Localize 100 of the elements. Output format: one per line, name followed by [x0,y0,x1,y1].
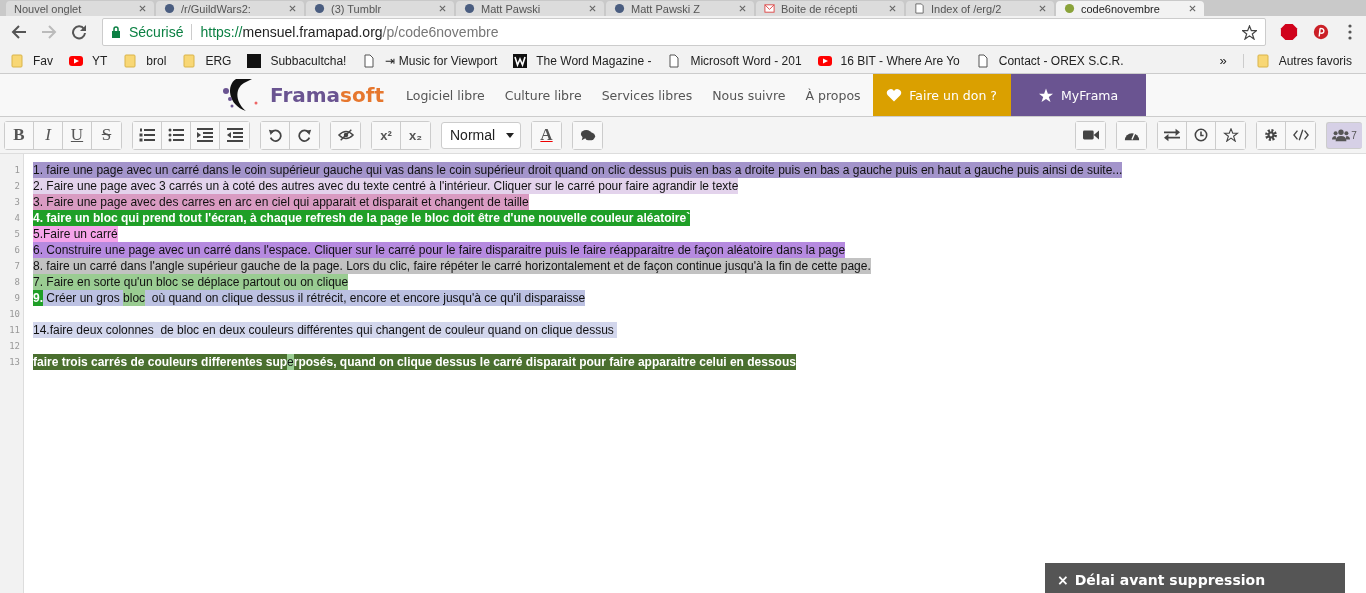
notice-title: Délai avant suppression [1074,572,1266,588]
video-camera-icon [1082,128,1099,142]
pad-text: 14.faire deux colonnes de bloc en deux couleurs différentes qui changent de couleur quand on clique dessus [33,322,618,338]
bookmark[interactable]: brol [123,53,167,68]
address-field[interactable]: Sécurisé https://mensuel.framapad.org/p/code6novembre [102,18,1266,46]
close-icon[interactable] [589,5,596,12]
line-number: 8 [13,276,21,289]
bookmark-folder[interactable]: Autres favoris [1242,53,1352,68]
bookmark[interactable]: Subbacultcha! [247,53,347,68]
star-icon [1038,87,1055,103]
adblock-icon[interactable] [1280,23,1298,41]
pad-text: 6. Construire une page avec un carré dans l'espace. Cliquer sur le carré pour le faire disparaitre puis le faire réapparaitre de façon aléatoire dans la page [33,242,846,258]
heart-icon [886,87,903,103]
ordered-list-button[interactable] [133,121,162,149]
settings-icon [1263,128,1279,142]
nav-link[interactable]: Nous suivre [712,87,786,103]
pad-text: rposés, quand on clique dessus le carré disparait pour faire apparaitre celui en dessous [293,354,796,370]
pad-text: faire trois carrés de couleurs differentes sup [33,354,288,370]
browser-tab[interactable]: Boite de récepti [756,1,904,16]
pad-text: 4. faire un bloc qui prend tout l'écran, à chaque refresh de la page le bloc doit être d'une nouvelle couleur aléatoire` [33,210,691,226]
folder-icon [182,53,197,68]
url-text: https://mensuel.framapad.org/p/code6novembre [200,24,500,40]
site-icon [464,3,475,14]
star-icon [1222,128,1239,142]
folder-icon [10,53,24,68]
nav-link[interactable]: Services libres [601,87,693,103]
line-number: 10 [8,308,21,321]
browser-tab[interactable]: /r/GuildWars2: [156,1,304,16]
pin-icon[interactable] [1312,23,1330,41]
folder-icon [1255,53,1270,68]
pad-text: où quand on clique dessus il rétrécit, encore et encore jusqu'à ce qu'il disparaisse [145,290,586,306]
lock-icon [111,26,121,38]
nav-link[interactable]: À propos [805,87,861,103]
reload-icon[interactable] [71,24,87,40]
bookmark[interactable]: ERG [182,53,232,68]
gauge-button[interactable] [1117,121,1146,149]
browser-tab[interactable]: Matt Pawski [456,1,604,16]
close-icon[interactable]: × [1057,572,1069,588]
sup-button[interactable]: x² [372,121,401,149]
settings-button[interactable] [1257,121,1286,149]
bookmark[interactable]: YT [69,53,108,68]
site-icon [314,3,325,14]
hide-colors-button[interactable] [331,121,360,149]
line-number: 11 [8,324,21,337]
users-button[interactable]: 7 [1326,121,1362,149]
clock-icon [1193,128,1209,142]
bookmark[interactable]: Contact - OREX S.C.R. [975,53,1124,68]
close-icon[interactable] [889,5,896,12]
browser-tab[interactable]: code6novembre [1056,1,1204,16]
bold-button[interactable]: B [5,121,34,149]
pad-text: bloc [123,290,146,306]
bookmark[interactable]: Fav [10,53,53,68]
outdent-icon [226,128,243,142]
close-icon[interactable] [139,5,146,12]
site-icon [164,3,175,14]
line-number: 1 [13,164,21,177]
comment-button[interactable] [573,121,602,149]
video-button[interactable] [1076,121,1105,149]
menu-icon[interactable] [1348,24,1352,40]
redo-icon [296,128,313,142]
pad-text: 1. faire une page avec un carré dans le coin supérieur gauche qui vas dans le coin supérieur droit quand on clic dessus puis en bas a droite puis en bas a gauche puis en haut a gauche puis ainsi de suite... [33,162,1123,178]
more-bookmarks[interactable]: » [1219,53,1227,68]
line-number: 13 [8,356,21,369]
back-icon[interactable] [11,24,27,40]
browser-tab[interactable]: (3) Tumblr [306,1,454,16]
pad-text: 3. Faire une page avec des carres en arc en ciel qui apparait et disparait et changent de taille [33,194,529,210]
bookmark[interactable]: The Word Magazine - [513,53,652,68]
import-export-button[interactable] [1158,121,1187,149]
undo-button[interactable] [261,121,290,149]
style-dropdown[interactable]: Normal [441,121,521,149]
bookmark[interactable]: ⇥ Music for Viewport [362,53,498,68]
browser-tab[interactable]: Index of /erg/2 [906,1,1054,16]
site-logo-text[interactable]: Framasoft [270,83,384,107]
bookmark[interactable]: 16 BIT - Where Are Yo [817,53,960,68]
pad-icon [1064,3,1075,14]
pad-text: 7. Faire en sorte qu'un bloc se déplace partout ou on clique [33,274,349,290]
pad-text: Créer un gros [43,290,124,306]
close-icon[interactable] [289,5,296,12]
page-icon [975,53,990,68]
close-icon[interactable] [739,5,746,12]
line-number: 5 [13,228,21,241]
star-icon[interactable] [1242,24,1257,40]
browser-tab[interactable]: Nouvel onglet [6,1,154,16]
text-color-button[interactable]: A [532,121,561,149]
line-number: 3 [13,196,21,209]
browser-tab[interactable]: Matt Pawski Z [606,1,754,16]
close-icon[interactable] [1189,5,1196,12]
folder-icon [123,53,138,68]
swap-arrows-icon [1164,128,1180,142]
nav-link[interactable]: Culture libre [504,87,582,103]
secure-label: Sécurisé [129,24,184,40]
nav-link[interactable]: Logiciel libre [406,87,485,103]
myframa-button[interactable]: MyFrama [1010,74,1146,116]
close-icon[interactable] [439,5,446,12]
video-icon [69,53,83,68]
bookmark[interactable]: Microsoft Word - 201 [667,53,802,68]
site-icon [614,3,625,14]
indent-icon [197,128,213,142]
close-icon[interactable] [1039,5,1046,12]
pad-text: 8. faire un carré dans l'angle supérieur gauche de la page. Lors du clic, faire répéter le carré horizontalement et de façon continue jusqu'à la fin de cette page. [33,258,871,274]
